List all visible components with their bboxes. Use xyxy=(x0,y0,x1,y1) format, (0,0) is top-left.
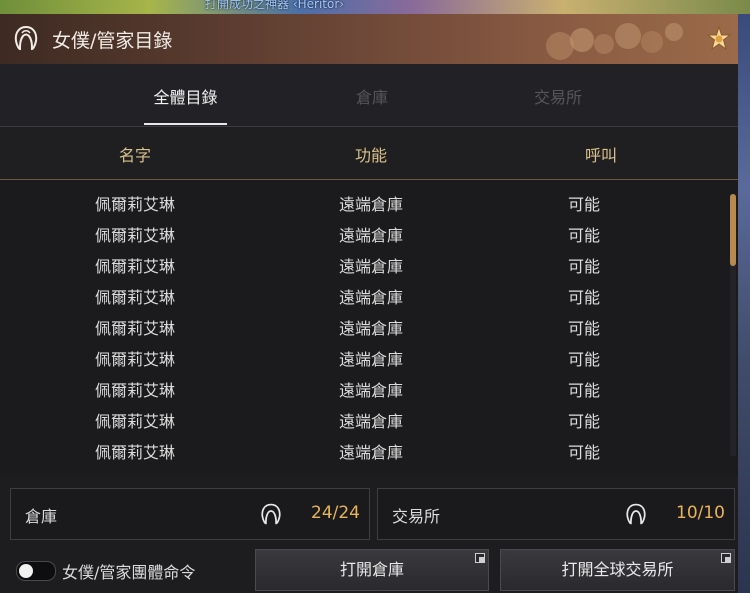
active-tab-indicator xyxy=(144,123,227,125)
maid-function: 遠端倉庫 xyxy=(338,257,403,276)
toggle-knob xyxy=(19,564,33,578)
maid-hair-icon xyxy=(261,503,281,525)
maid-butler-window: 女僕/管家目錄 全體目錄 倉庫 交易所 名字 功能 呼叫 佩爾莉艾琳 遠端倉庫 … xyxy=(0,14,738,593)
table-row[interactable]: 佩爾莉艾琳 遠端倉庫 可能 xyxy=(0,216,720,247)
scene-caption: 打開成功之神器 ‹Heritor› xyxy=(205,0,345,11)
maid-function: 遠端倉庫 xyxy=(338,381,403,400)
maid-call-status: 可能 xyxy=(567,257,600,276)
maid-call-status: 可能 xyxy=(567,443,600,462)
group-command-label: 女僕/管家團體命令 xyxy=(62,563,196,582)
warehouse-count: 24/24 xyxy=(311,503,360,523)
maid-call-status: 可能 xyxy=(567,381,600,400)
maid-call-status: 可能 xyxy=(567,412,600,431)
maid-name: 佩爾莉艾琳 xyxy=(94,257,175,276)
warehouse-summary: 倉庫 24/24 xyxy=(10,488,370,540)
table-row[interactable]: 佩爾莉艾琳 遠端倉庫 可能 xyxy=(0,185,720,216)
maid-function: 遠端倉庫 xyxy=(338,412,403,431)
tab-all-list[interactable]: 全體目錄 xyxy=(144,84,227,108)
maid-function: 遠端倉庫 xyxy=(338,288,403,307)
tab-bar: 全體目錄 倉庫 交易所 xyxy=(0,64,738,127)
warehouse-summary-label: 倉庫 xyxy=(25,507,58,526)
table-row[interactable]: 佩爾莉艾琳 遠端倉庫 可能 xyxy=(0,278,720,309)
cloud-decoration xyxy=(546,23,683,60)
maid-name: 佩爾莉艾琳 xyxy=(94,412,175,431)
maid-list[interactable]: 佩爾莉艾琳 遠端倉庫 可能 佩爾莉艾琳 遠端倉庫 可能 佩爾莉艾琳 遠端倉庫 可… xyxy=(0,180,738,476)
maid-call-status: 可能 xyxy=(567,195,600,214)
maid-name: 佩爾莉艾琳 xyxy=(94,350,175,369)
market-summary-label: 交易所 xyxy=(392,507,441,526)
maid-function: 遠端倉庫 xyxy=(338,195,403,214)
table-row[interactable]: 佩爾莉艾琳 遠端倉庫 可能 xyxy=(0,402,720,433)
maid-name: 佩爾莉艾琳 xyxy=(94,381,175,400)
maid-function: 遠端倉庫 xyxy=(338,319,403,338)
maid-name: 佩爾莉艾琳 xyxy=(94,443,175,462)
market-count: 10/10 xyxy=(676,503,725,523)
table-row[interactable]: 佩爾莉艾琳 遠端倉庫 可能 xyxy=(0,309,720,340)
maid-function: 遠端倉庫 xyxy=(338,443,403,462)
maid-hair-icon xyxy=(14,25,38,51)
maid-function: 遠端倉庫 xyxy=(338,226,403,245)
window-title: 女僕/管家目錄 xyxy=(52,30,173,52)
title-bar[interactable]: 女僕/管家目錄 xyxy=(0,14,738,65)
popout-icon xyxy=(475,553,485,563)
column-header-call[interactable]: 呼叫 xyxy=(556,142,646,166)
maid-hair-icon xyxy=(626,503,646,525)
column-header-function[interactable]: 功能 xyxy=(326,142,416,166)
maid-function: 遠端倉庫 xyxy=(338,350,403,369)
table-row[interactable]: 佩爾莉艾琳 遠端倉庫 可能 xyxy=(0,247,720,278)
table-header: 名字 功能 呼叫 xyxy=(0,127,738,180)
maid-call-status: 可能 xyxy=(567,319,600,338)
open-global-market-label: 打開全球交易所 xyxy=(561,560,674,579)
maid-call-status: 可能 xyxy=(567,288,600,307)
scrollbar-thumb[interactable] xyxy=(730,194,736,266)
table-row[interactable]: 佩爾莉艾琳 遠端倉庫 可能 xyxy=(0,433,720,464)
maid-name: 佩爾莉艾琳 xyxy=(94,319,175,338)
flower-star-icon[interactable] xyxy=(706,26,732,52)
maid-call-status: 可能 xyxy=(567,226,600,245)
table-row[interactable]: 佩爾莉艾琳 遠端倉庫 可能 xyxy=(0,371,720,402)
maid-name: 佩爾莉艾琳 xyxy=(94,226,175,245)
market-summary: 交易所 10/10 xyxy=(377,488,735,540)
maid-call-status: 可能 xyxy=(567,350,600,369)
group-command-toggle[interactable] xyxy=(16,561,56,581)
open-warehouse-button[interactable]: 打開倉庫 xyxy=(255,549,489,591)
game-scene-top xyxy=(0,0,750,14)
open-global-market-button[interactable]: 打開全球交易所 xyxy=(500,549,735,591)
game-scene-right xyxy=(738,14,750,593)
open-warehouse-label: 打開倉庫 xyxy=(339,560,404,579)
maid-name: 佩爾莉艾琳 xyxy=(94,195,175,214)
column-header-name[interactable]: 名字 xyxy=(90,142,180,166)
tab-warehouse[interactable]: 倉庫 xyxy=(340,84,404,108)
tab-market[interactable]: 交易所 xyxy=(522,84,594,108)
table-row[interactable]: 佩爾莉艾琳 遠端倉庫 可能 xyxy=(0,340,720,371)
maid-name: 佩爾莉艾琳 xyxy=(94,288,175,307)
popout-icon xyxy=(721,553,731,563)
